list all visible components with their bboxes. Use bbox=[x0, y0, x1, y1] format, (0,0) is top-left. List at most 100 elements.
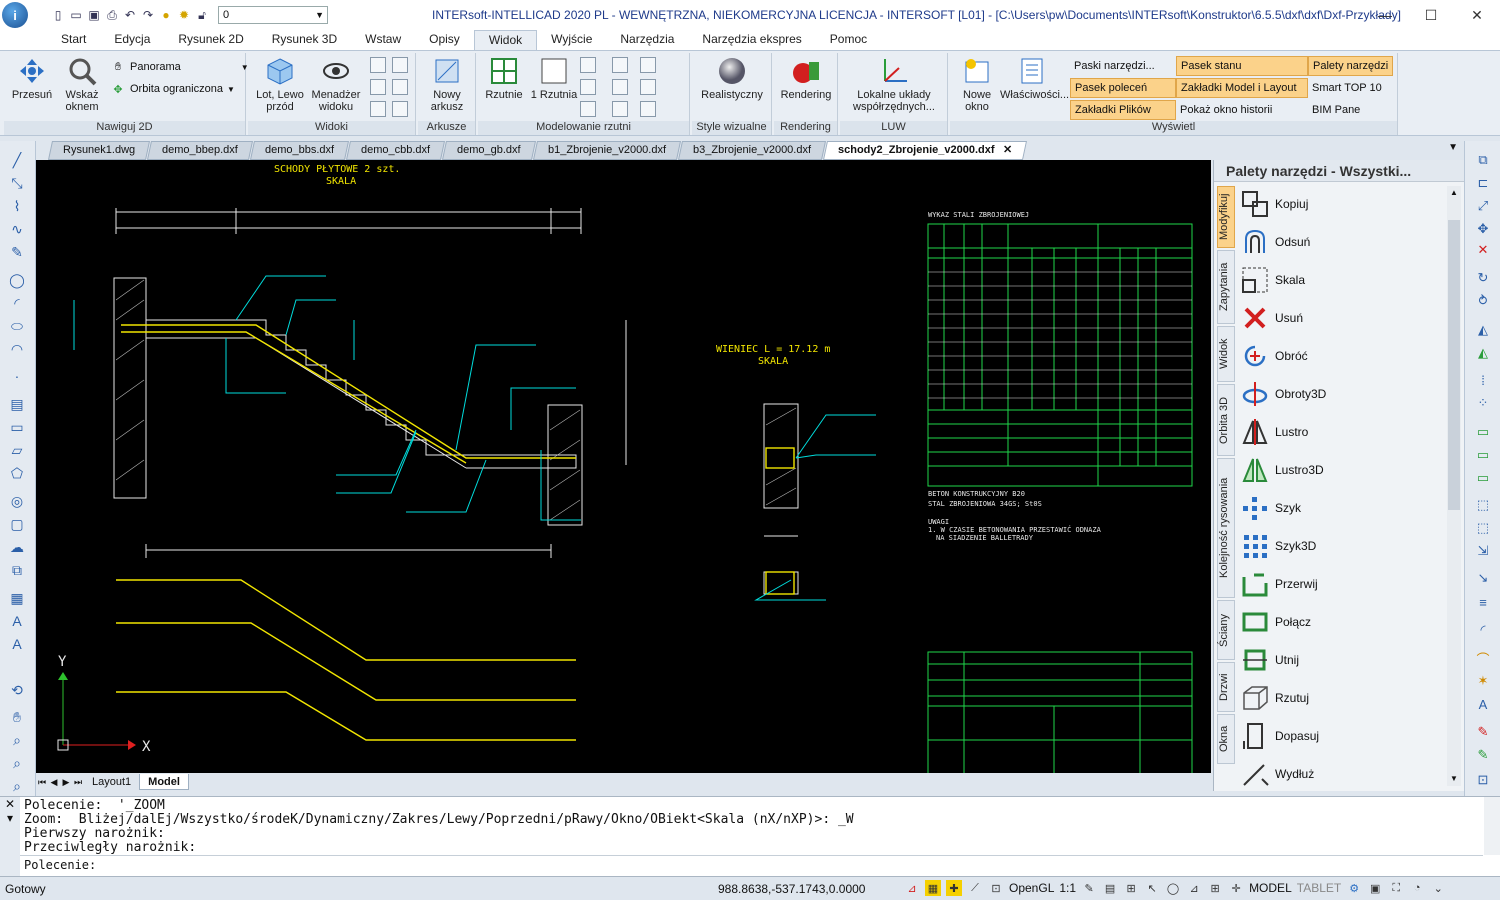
rectangle-icon[interactable]: ▭ bbox=[8, 418, 26, 436]
project-icon[interactable]: ⬚ bbox=[1474, 496, 1492, 514]
viewport-split-icon[interactable] bbox=[580, 57, 596, 73]
new-sheet-button[interactable]: Nowy arkusz bbox=[422, 55, 472, 113]
history-window-toggle[interactable]: Pokaż okno historii bbox=[1176, 100, 1276, 120]
viewport-grid-icon[interactable] bbox=[580, 101, 596, 117]
doc-tab[interactable]: demo_gb.dxf bbox=[442, 141, 536, 160]
regen-icon[interactable]: ⟲ bbox=[8, 681, 26, 699]
match-props-icon[interactable]: ✎ bbox=[1474, 746, 1492, 764]
doc-tab[interactable]: b1_Zbrojenie_v2000.dxf bbox=[532, 141, 681, 160]
wipeout-icon[interactable]: ▢ bbox=[8, 515, 26, 533]
arc-icon[interactable]: ◜ bbox=[8, 294, 26, 312]
copy-icon[interactable]: ⧉ bbox=[1474, 151, 1492, 169]
print-icon[interactable]: ⎙ bbox=[104, 7, 120, 23]
region-icon[interactable]: ▱ bbox=[8, 441, 26, 459]
circle-select-icon[interactable]: ◯ bbox=[1165, 880, 1181, 896]
model-layout-tabs-toggle[interactable]: Zakładki Model i Layout bbox=[1176, 78, 1308, 98]
viewport-restore-icon[interactable] bbox=[612, 79, 628, 95]
point-icon[interactable]: · bbox=[8, 367, 26, 385]
pan-hand-icon[interactable]: ✋︎ bbox=[8, 708, 26, 726]
mirror3d-icon[interactable]: ◭ bbox=[1474, 344, 1492, 362]
model-space-toggle[interactable]: MODEL bbox=[1249, 881, 1292, 895]
snapshot-icon[interactable] bbox=[392, 101, 408, 117]
osnap-icon[interactable]: ⊡ bbox=[988, 880, 1004, 896]
camera-icon[interactable] bbox=[392, 57, 408, 73]
join-icon[interactable]: ▭ bbox=[1474, 446, 1492, 464]
sun-icon[interactable]: ✹ bbox=[176, 7, 192, 23]
doc-tab-active[interactable]: schody2_Zbrojenie_v2000.dxf ✕ bbox=[822, 141, 1027, 160]
layer-select[interactable]: 0 ▼ bbox=[218, 6, 328, 24]
doc-tab[interactable]: b3_Zbrojenie_v2000.dxf bbox=[677, 141, 826, 160]
polygon-icon[interactable]: ⬠ bbox=[8, 464, 26, 482]
help-icon[interactable]: ◔ bbox=[1409, 880, 1425, 896]
smart-top10-toggle[interactable]: Smart TOP 10 bbox=[1308, 78, 1386, 98]
one-viewport-button[interactable]: 1 Rzutnia bbox=[530, 55, 578, 101]
orbit-button[interactable]: ✥ Orbita ograniczona ▼ bbox=[110, 81, 234, 97]
vtab-drzwi[interactable]: Drzwi bbox=[1217, 662, 1235, 712]
chevron-down-icon[interactable]: ▼ bbox=[1448, 142, 1458, 153]
statusbar-toggle[interactable]: Pasek stanu bbox=[1176, 56, 1308, 76]
crosshair-icon[interactable]: ✛ bbox=[1228, 880, 1244, 896]
viewports-button[interactable]: Rzutnie bbox=[480, 55, 528, 101]
donut-icon[interactable]: ◎ bbox=[8, 492, 26, 510]
vtab-orbita-3d[interactable]: Orbita 3D bbox=[1217, 384, 1235, 456]
move-icon[interactable]: ✥ bbox=[1474, 220, 1492, 238]
minimize-icon[interactable]: — bbox=[1362, 0, 1408, 30]
palette-item-polacz[interactable]: Połącz bbox=[1238, 604, 1443, 640]
doc-tab[interactable]: demo_bbep.dxf bbox=[147, 141, 254, 160]
ellipse-icon[interactable]: ⬭ bbox=[8, 317, 26, 335]
tab-narzedzia[interactable]: Narzędzia bbox=[606, 30, 688, 50]
stretch-icon[interactable]: ↘ bbox=[1474, 569, 1492, 587]
tab-layout1[interactable]: Layout1 bbox=[84, 774, 139, 790]
visual-style-button[interactable]: Realistyczny bbox=[696, 55, 768, 101]
zoom-previous-icon[interactable]: ⌕ bbox=[8, 777, 26, 795]
circle-icon[interactable]: ◯ bbox=[8, 271, 26, 289]
doc-tab[interactable]: Rysunek1.dwg bbox=[47, 141, 151, 160]
palette-item-skala[interactable]: Skala bbox=[1238, 262, 1443, 298]
ortho-icon[interactable]: ✚ bbox=[946, 880, 962, 896]
command-close-icon[interactable]: ✕ ▾ bbox=[0, 797, 20, 877]
zoom-icon[interactable]: ⌕ bbox=[8, 731, 26, 749]
viewport-object-icon[interactable] bbox=[640, 101, 656, 117]
scroll-up-icon[interactable]: ▲ bbox=[1447, 186, 1461, 200]
command-scrollbar[interactable] bbox=[1484, 797, 1500, 855]
dynamic-input-icon[interactable]: ↖ bbox=[1144, 880, 1160, 896]
align-icon[interactable]: ⬚ bbox=[1474, 519, 1492, 537]
tab-narzedzia-ekspres[interactable]: Narzędzia ekspres bbox=[688, 30, 815, 50]
pan-button[interactable]: Przesuń bbox=[6, 55, 58, 101]
palette-scrollbar[interactable]: ▲ ▼ bbox=[1447, 186, 1461, 786]
workspace-icon[interactable]: ▣ bbox=[1367, 880, 1383, 896]
command-bar-toggle[interactable]: Pasek poleceń bbox=[1070, 78, 1176, 98]
array3d-icon[interactable]: ⁘ bbox=[1474, 394, 1492, 412]
new-file-icon[interactable]: ▯ bbox=[50, 7, 66, 23]
save-icon[interactable]: ▣ bbox=[86, 7, 102, 23]
fullscreen-icon[interactable]: ⛶ bbox=[1388, 880, 1404, 896]
panorama-button[interactable]: ✋︎ Panorama ▼ bbox=[110, 59, 249, 75]
explode-icon[interactable]: ✶ bbox=[1474, 672, 1492, 690]
palette-item-dopasuj[interactable]: Dopasuj bbox=[1238, 718, 1443, 754]
viewport-split-icon[interactable] bbox=[580, 79, 596, 95]
vtab-zapytania[interactable]: Zapytania bbox=[1217, 250, 1235, 324]
redo-icon[interactable]: ↷ bbox=[140, 7, 156, 23]
app-menu-button[interactable]: i bbox=[0, 0, 30, 30]
quick-props-icon[interactable]: ⊞ bbox=[1207, 880, 1223, 896]
vtab-widok[interactable]: Widok bbox=[1217, 326, 1235, 382]
vtab-okna[interactable]: Okna bbox=[1217, 714, 1235, 764]
otrack-icon[interactable]: ⊞ bbox=[1123, 880, 1139, 896]
freehand-icon[interactable]: ✎ bbox=[8, 243, 26, 261]
tablet-toggle[interactable]: TABLET bbox=[1297, 881, 1341, 895]
palette-item-obroty3d[interactable]: Obroty3D bbox=[1238, 376, 1443, 412]
palette-item-wydluz[interactable]: Wydłuż bbox=[1238, 756, 1443, 792]
scale-icon[interactable]: ⤢ bbox=[1474, 197, 1492, 215]
tab-model[interactable]: Model bbox=[139, 774, 189, 790]
revcloud-icon[interactable]: ☁︎ bbox=[8, 538, 26, 556]
polyline-icon[interactable]: ⌇ bbox=[8, 197, 26, 215]
offset-icon[interactable]: ⊏ bbox=[1474, 174, 1492, 192]
trim-icon[interactable]: ▭ bbox=[1474, 469, 1492, 487]
table-icon[interactable]: ▦ bbox=[8, 589, 26, 607]
hatch-icon[interactable]: ▤ bbox=[8, 395, 26, 413]
customize-icon[interactable]: ⌄ bbox=[1430, 880, 1446, 896]
zoom-window-icon[interactable]: ⌕ bbox=[8, 754, 26, 772]
spline-icon[interactable]: ∿ bbox=[8, 220, 26, 238]
vtab-kolejnosc-rysowania[interactable]: Kolejność rysowania bbox=[1217, 458, 1235, 598]
tab-opisy[interactable]: Opisy bbox=[415, 30, 474, 50]
